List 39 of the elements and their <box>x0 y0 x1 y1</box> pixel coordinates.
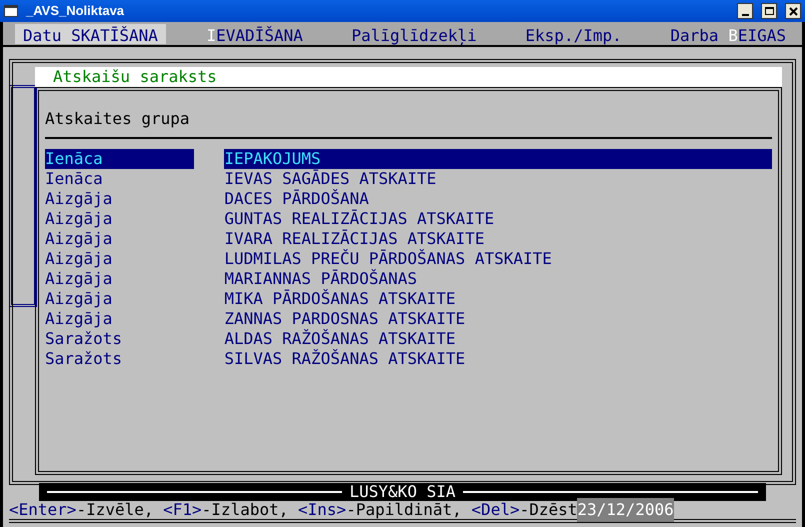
shortcut-hint: <F1>-Izlabot, <box>163 499 290 521</box>
column-header: Atskaites grupa <box>45 108 190 127</box>
group-cell[interactable]: Aizgāja <box>45 289 194 309</box>
group-cell[interactable]: Aizgāja <box>45 309 194 329</box>
report-name-cell[interactable]: DACES PĀRDOŠANA <box>224 189 772 209</box>
menu-item[interactable]: Darba BEIGAS <box>662 24 794 44</box>
report-name-cell[interactable]: IVARA REALIZĀCIJAS ATSKAITE <box>224 229 772 249</box>
report-name-cell[interactable]: MIKA PĀRDOŠANAS ATSKAITE <box>224 289 772 309</box>
group-cell[interactable]: Saražots <box>45 349 194 369</box>
report-name-cell[interactable]: GUNTAS REALIZĀCIJAS ATSKAITE <box>224 209 772 229</box>
maximize-button[interactable] <box>761 3 777 19</box>
group-cell[interactable]: Aizgāja <box>45 249 194 269</box>
window-title: _AVS_Noliktava <box>26 2 126 20</box>
menu-item[interactable]: IEVADĪŠANA <box>198 24 311 44</box>
group-cell[interactable]: Aizgāja <box>45 229 194 249</box>
date-display: 23/12/2006 <box>577 498 674 522</box>
report-name-cell[interactable]: LUDMILAS PREČU PĀRDOŠANAS ATSKAITE <box>224 249 772 269</box>
report-name-cell[interactable]: SILVAS RAŽOŠANAS ATSKAITE <box>224 349 772 369</box>
report-name-cell[interactable]: MARIANNAS PĀRDOŠANAS <box>224 269 772 289</box>
report-name-cell[interactable]: IEPAKOJUMS <box>224 149 772 169</box>
shortcut-hint: <Enter>-Izvēle, <box>9 499 154 521</box>
group-cell[interactable]: Aizgāja <box>45 209 194 229</box>
close-button[interactable] <box>785 3 801 19</box>
close-icon <box>788 6 798 16</box>
report-name-cell[interactable]: ZANNAS PARDOSNAS ATSKAITE <box>224 309 772 329</box>
dialog-title: Atskaišu saraksts <box>53 66 217 88</box>
app-icon <box>4 5 18 17</box>
report-name-cell[interactable]: ALDAS RAŽOŠANAS ATSKAITE <box>224 329 772 349</box>
menu-item[interactable]: Eksp./Imp. <box>517 24 630 44</box>
group-cell[interactable]: Ienāca <box>45 169 194 189</box>
group-cell[interactable]: Aizgāja <box>45 189 194 209</box>
shortcut-hint: <Del>-Dzēst <box>471 499 578 521</box>
group-cell[interactable]: Ienāca <box>45 149 194 169</box>
minimize-button[interactable] <box>737 3 753 19</box>
group-cell[interactable]: Saražots <box>45 329 194 349</box>
report-name-cell[interactable]: IEVAS SAGĀDES ATSKAITE <box>224 169 772 189</box>
menu-item[interactable]: Palīglīdzekļi <box>344 24 485 44</box>
group-cell[interactable]: Aizgāja <box>45 269 194 289</box>
menu-item[interactable]: Datu SKATĪŠANA <box>15 24 166 44</box>
